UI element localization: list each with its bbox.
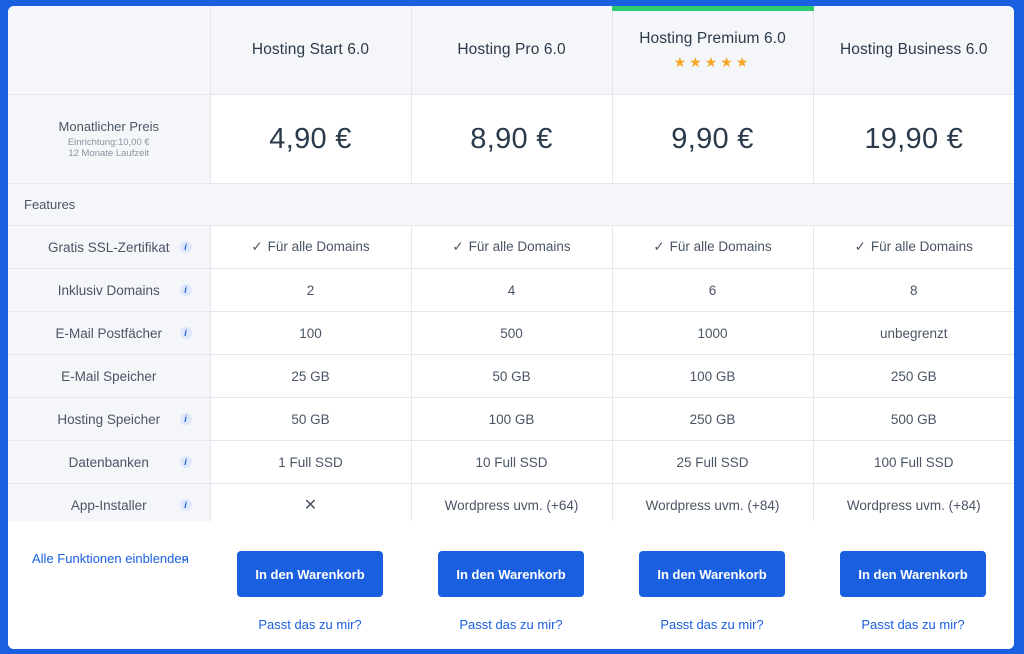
feature-value: 6 [612,268,814,312]
feature-value: 1 Full SSD [210,440,412,484]
feature-value: 25 GB [210,354,412,398]
info-icon[interactable]: i [179,456,192,468]
feature-row-databases: Datenbanken i 1 Full SSD 10 Full SSD 25 F… [8,440,1014,484]
feature-value: 100 GB [612,354,814,398]
feature-value: 500 [411,311,613,355]
feature-value: 4 [411,268,613,312]
feature-label-cell: E-Mail Speicher [8,354,211,398]
feature-cell: ✓ Für alle Domains [813,225,1014,269]
rating-stars-icon: ★★★★★ [673,53,752,70]
plan-header-business: Hosting Business 6.0 [813,6,1014,95]
feature-value: 50 GB [411,354,613,398]
feature-value: unbegrenzt [813,311,1014,355]
feature-value: Für alle Domains [669,239,772,254]
feature-label: E-Mail Speicher [61,368,157,384]
check-icon: ✓ [854,239,866,254]
cross-icon: ✕ [303,497,318,514]
fit-link-premium[interactable]: Passt das zu mir? [639,617,785,632]
feature-value: 250 GB [813,354,1014,398]
fit-link-start[interactable]: Passt das zu mir? [237,617,383,632]
feature-value: Für alle Domains [870,239,973,254]
features-heading: Features [8,183,1014,226]
price-label: Monatlicher Preis [58,119,159,134]
price-value: 9,90 € [671,122,754,155]
feature-label-cell: Hosting Speicher i [8,397,211,441]
feature-value: 8 [813,268,1014,312]
feature-value: 100 Full SSD [813,440,1014,484]
feature-label: E-Mail Postfächer [55,325,163,341]
feature-value: 25 Full SSD [612,440,814,484]
price-business: 19,90 € [813,94,1014,184]
feature-row-hosting-storage: Hosting Speicher i 50 GB 100 GB 250 GB 50… [8,397,1014,441]
feature-value: 100 [210,311,412,355]
add-to-cart-button-premium[interactable]: In den Warenkorb [639,551,785,597]
pricing-table-card: Hosting Start 6.0 Hosting Pro 6.0 Hostin… [8,6,1014,649]
header-empty-cell [8,6,211,95]
info-icon[interactable]: i [179,284,192,296]
feature-label: App-Installer [70,497,147,513]
premium-highlight-bar [611,6,814,11]
feature-label-cell: E-Mail Postfächer i [8,311,211,355]
plan-header-pro: Hosting Pro 6.0 [411,6,613,95]
feature-value: 250 GB [612,397,814,441]
feature-label-cell: Gratis SSL-Zertifikat i [8,225,211,269]
fit-link-business[interactable]: Passt das zu mir? [840,617,986,632]
price-label-cell: Monatlicher Preis Einrichtung:10,00 € 12… [8,94,211,184]
feature-row-ssl: Gratis SSL-Zertifikat i ✓ Für alle Domains… [8,225,1014,269]
plan-name: Hosting Business 6.0 [839,41,988,58]
price-row: Monatlicher Preis Einrichtung:10,00 € 12… [8,94,1014,184]
add-to-cart-button-pro[interactable]: In den Warenkorb [438,551,584,597]
feature-label: Inklusiv Domains [57,282,160,298]
chevron-down-icon: ⌄ [180,550,191,564]
feature-label-cell: Datenbanken i [8,440,211,484]
plan-header-start: Hosting Start 6.0 [210,6,412,95]
feature-cell: ✓ Für alle Domains [612,225,814,269]
price-premium: 9,90 € [612,94,814,184]
feature-row-mail-storage: E-Mail Speicher 25 GB 50 GB 100 GB 250 G… [8,354,1014,398]
features-section-row: Features [8,183,1014,226]
feature-value: 500 GB [813,397,1014,441]
setup-fee: Einrichtung:10,00 € [67,137,150,148]
feature-value: 50 GB [210,397,412,441]
feature-label: Gratis SSL-Zertifikat [47,239,170,255]
check-icon: ✓ [653,239,665,254]
info-icon[interactable]: i [179,241,192,253]
plan-header-row: Hosting Start 6.0 Hosting Pro 6.0 Hostin… [8,6,1014,95]
feature-value: Für alle Domains [468,239,571,254]
feature-label: Datenbanken [68,454,149,470]
plan-name: Hosting Premium 6.0 [639,29,786,47]
feature-value: 100 GB [411,397,613,441]
feature-cell: ✓ Für alle Domains [210,225,412,269]
pricing-table: Hosting Start 6.0 Hosting Pro 6.0 Hostin… [8,6,1014,527]
toggle-label: Alle Funktionen einblenden [32,551,189,566]
plan-name: Hosting Pro 6.0 [457,41,566,58]
fit-link-pro[interactable]: Passt das zu mir? [438,617,584,632]
show-all-features-toggle[interactable]: Alle Funktionen einblenden ⌄ [32,550,197,566]
feature-label-cell: Inklusiv Domains i [8,268,211,312]
price-value: 4,90 € [269,122,352,155]
feature-row-mailboxes: E-Mail Postfächer i 100 500 1000 unbegren… [8,311,1014,355]
feature-value: Für alle Domains [267,239,370,254]
pricing-footer: Alle Funktionen einblenden ⌄ In den Ware… [8,521,1014,649]
check-icon: ✓ [452,239,464,254]
feature-value: 2 [210,268,412,312]
price-start: 4,90 € [210,94,412,184]
price-value: 8,90 € [470,122,553,155]
add-to-cart-button-start[interactable]: In den Warenkorb [237,551,383,597]
info-icon[interactable]: i [179,499,192,511]
contract-term: 12 Monate Laufzeit [68,148,150,159]
plan-name: Hosting Start 6.0 [251,41,370,58]
info-icon[interactable]: i [179,327,192,339]
feature-row-domains: Inklusiv Domains i 2 4 6 8 [8,268,1014,312]
add-to-cart-button-business[interactable]: In den Warenkorb [840,551,986,597]
price-value: 19,90 € [864,122,964,155]
feature-label: Hosting Speicher [57,411,161,427]
feature-value: 1000 [612,311,814,355]
feature-value: 10 Full SSD [411,440,613,484]
feature-cell: ✓ Für alle Domains [411,225,613,269]
plan-header-premium: Hosting Premium 6.0 ★★★★★ [611,6,814,95]
check-icon: ✓ [251,239,263,254]
price-pro: 8,90 € [411,94,613,184]
info-icon[interactable]: i [179,413,192,425]
